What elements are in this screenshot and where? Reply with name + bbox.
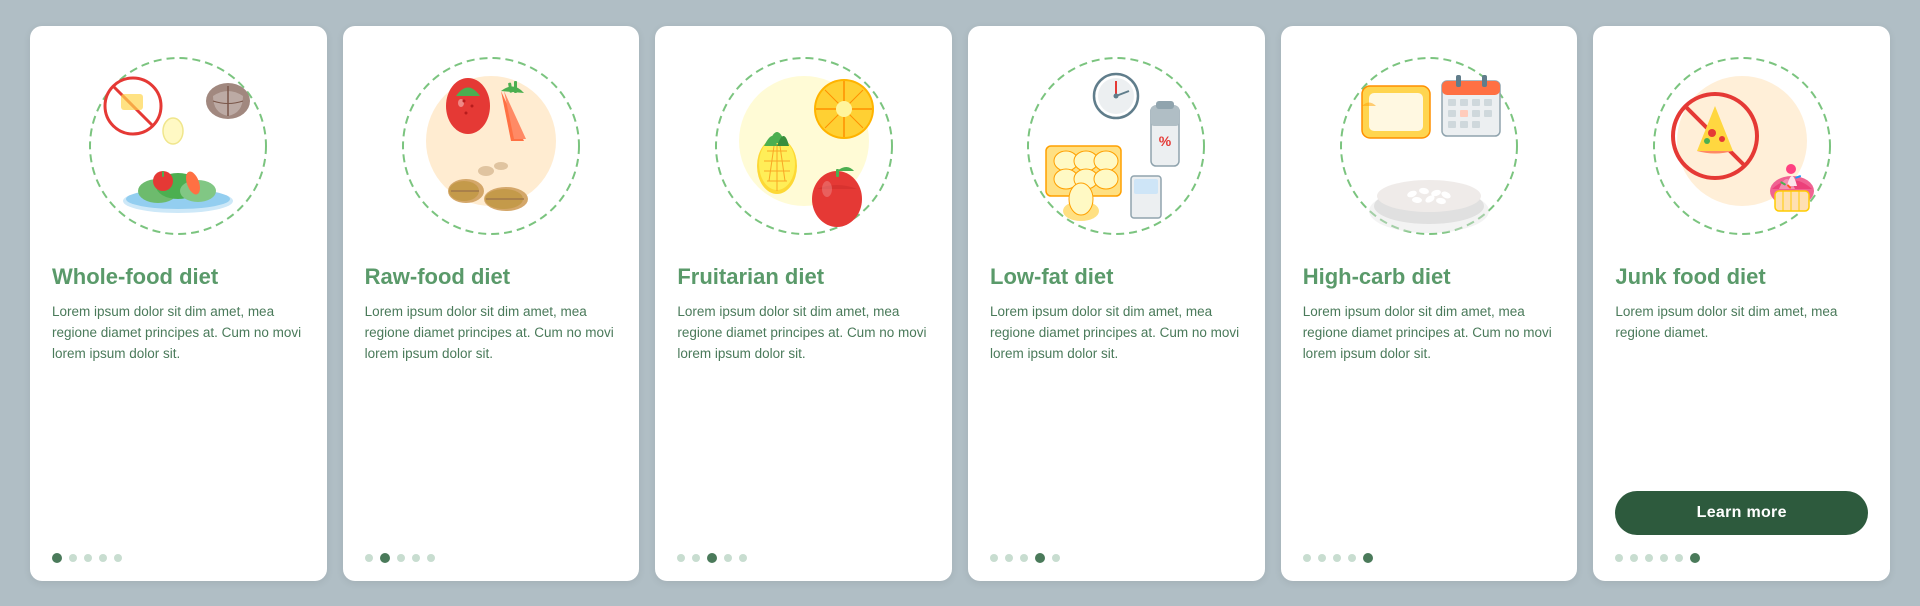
dot-5 <box>1675 554 1683 562</box>
junk-food-icon <box>1647 51 1837 241</box>
dot-1 <box>677 554 685 562</box>
dot-3 <box>84 554 92 562</box>
card-low-fat: % Low-fat diet Lorem ipsum dolor sit dim… <box>968 26 1265 581</box>
card-low-fat-body: Lorem ipsum dolor sit dim amet, mea regi… <box>990 302 1243 535</box>
dot-1 <box>1615 554 1623 562</box>
card-high-carb-title: High-carb diet <box>1303 264 1451 290</box>
dot-5 <box>1363 553 1373 563</box>
raw-food-illustration <box>365 46 618 246</box>
high-carb-icon <box>1334 51 1524 241</box>
card-whole-food-title: Whole-food diet <box>52 264 218 290</box>
card-fruitarian: Fruitarian diet Lorem ipsum dolor sit di… <box>655 26 952 581</box>
dot-2 <box>1630 554 1638 562</box>
cards-container: Whole-food diet Lorem ipsum dolor sit di… <box>30 26 1890 581</box>
dot-5 <box>739 554 747 562</box>
low-fat-icon: % <box>1021 51 1211 241</box>
card-fruitarian-dots <box>677 553 930 563</box>
card-low-fat-dots <box>990 553 1243 563</box>
dot-4 <box>412 554 420 562</box>
low-fat-illustration: % <box>990 46 1243 246</box>
dot-4 <box>99 554 107 562</box>
dot-3 <box>397 554 405 562</box>
dot-1 <box>52 553 62 563</box>
whole-food-illustration <box>52 46 305 246</box>
card-high-carb: High-carb diet Lorem ipsum dolor sit dim… <box>1281 26 1578 581</box>
high-carb-illustration <box>1303 46 1556 246</box>
card-high-carb-dots <box>1303 553 1556 563</box>
card-whole-food-dots <box>52 553 305 563</box>
dot-4 <box>724 554 732 562</box>
dot-1 <box>990 554 998 562</box>
dot-5 <box>427 554 435 562</box>
raw-food-icon <box>396 51 586 241</box>
dot-2 <box>69 554 77 562</box>
dot-4 <box>1348 554 1356 562</box>
dot-4 <box>1660 554 1668 562</box>
svg-text:%: % <box>1159 133 1172 149</box>
card-junk-food-title: Junk food diet <box>1615 264 1765 290</box>
card-low-fat-title: Low-fat diet <box>990 264 1113 290</box>
card-raw-food: Raw-food diet Lorem ipsum dolor sit dim … <box>343 26 640 581</box>
learn-more-button[interactable]: Learn more <box>1615 491 1868 535</box>
dot-3 <box>1645 554 1653 562</box>
fruitarian-illustration <box>677 46 930 246</box>
dot-1 <box>1303 554 1311 562</box>
whole-food-icon <box>83 51 273 241</box>
dot-2 <box>1005 554 1013 562</box>
card-whole-food: Whole-food diet Lorem ipsum dolor sit di… <box>30 26 327 581</box>
dot-2 <box>692 554 700 562</box>
dot-2 <box>1318 554 1326 562</box>
dot-3 <box>707 553 717 563</box>
dot-6 <box>1690 553 1700 563</box>
card-fruitarian-body: Lorem ipsum dolor sit dim amet, mea regi… <box>677 302 930 535</box>
junk-food-illustration <box>1615 46 1868 246</box>
card-junk-food: Junk food diet Lorem ipsum dolor sit dim… <box>1593 26 1890 581</box>
dot-1 <box>365 554 373 562</box>
card-raw-food-dots <box>365 553 618 563</box>
dot-3 <box>1020 554 1028 562</box>
card-whole-food-body: Lorem ipsum dolor sit dim amet, mea regi… <box>52 302 305 535</box>
dot-4 <box>1035 553 1045 563</box>
fruitarian-icon <box>709 51 899 241</box>
card-fruitarian-title: Fruitarian diet <box>677 264 824 290</box>
card-raw-food-body: Lorem ipsum dolor sit dim amet, mea regi… <box>365 302 618 535</box>
card-junk-food-body: Lorem ipsum dolor sit dim amet, mea regi… <box>1615 302 1868 477</box>
card-junk-food-dots <box>1615 553 1868 563</box>
card-raw-food-title: Raw-food diet <box>365 264 510 290</box>
dot-2 <box>380 553 390 563</box>
card-high-carb-body: Lorem ipsum dolor sit dim amet, mea regi… <box>1303 302 1556 535</box>
dot-5 <box>114 554 122 562</box>
dot-5 <box>1052 554 1060 562</box>
dot-3 <box>1333 554 1341 562</box>
